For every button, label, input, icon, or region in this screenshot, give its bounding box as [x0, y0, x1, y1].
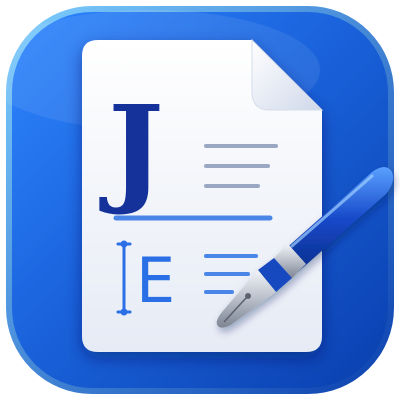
app-icon: J E: [0, 0, 400, 400]
app-icon-graphic: J E: [0, 6, 394, 394]
cursor-letter: E: [136, 244, 175, 317]
monogram-letter: J: [99, 79, 164, 218]
